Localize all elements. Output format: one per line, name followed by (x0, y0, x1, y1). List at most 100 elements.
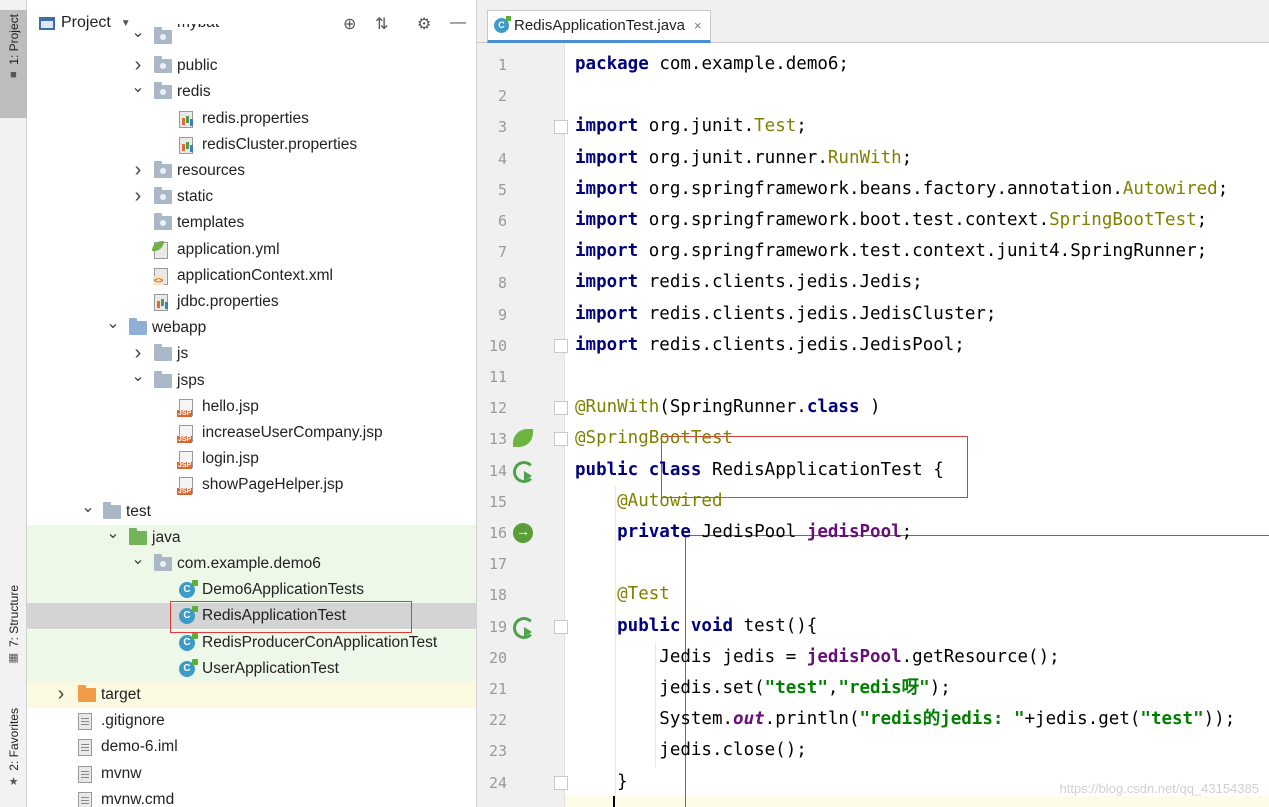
star-icon: ★ (8, 775, 19, 788)
tree-item[interactable]: › public (27, 53, 476, 79)
code-token: SpringBootTest (1049, 210, 1197, 230)
code-token: jedisPool (806, 646, 902, 667)
code-token: test(){ (743, 615, 818, 636)
chevron-right-icon[interactable]: › (131, 159, 145, 182)
code-line: private JedisPool jedisPool; (575, 517, 912, 548)
line-number: 5 (497, 180, 507, 199)
chevron-right-icon[interactable]: › (131, 185, 145, 208)
tree-item[interactable]: ⌄ com.example.demo6 (27, 549, 476, 577)
editor-tab[interactable]: C RedisApplicationTest.java × (487, 10, 711, 43)
tree-item[interactable]: ⌄ webapp (27, 313, 476, 341)
code-line: jedis.set("test","redis呀"); (575, 673, 950, 704)
code-area[interactable]: package com.example.demo6; import org.jun… (565, 43, 1269, 807)
line-number: 24 (488, 773, 507, 792)
tree-item[interactable]: ⌄ java (27, 523, 476, 551)
tree-item[interactable]: .gitignore (27, 708, 476, 734)
tree-item[interactable]: redis.properties (27, 106, 476, 132)
tree-item-label: applicationContext.xml (177, 266, 333, 284)
line-number: 4 (497, 149, 507, 168)
tree-item[interactable]: C Demo6ApplicationTests (27, 577, 476, 604)
close-icon[interactable]: × (694, 18, 702, 33)
code-line: public class RedisApplicationTest { (575, 455, 944, 486)
tree-item-label: increaseUserCompany.jsp (202, 424, 383, 441)
code-token: RunWith (827, 147, 902, 168)
tree-item[interactable]: showPageHelper.jsp (27, 472, 476, 498)
tree-item[interactable]: ⌄ mybat (27, 24, 476, 44)
chevron-down-icon[interactable]: ⌄ (131, 77, 145, 97)
chevron-down-icon[interactable]: ⌄ (131, 549, 145, 569)
tab-favorites[interactable]: 2: Favorites ★ (0, 708, 27, 804)
tree-item[interactable]: application.yml (27, 237, 476, 263)
indent-guide (655, 641, 656, 767)
tree-item[interactable]: › target (27, 682, 476, 708)
code-line: @RunWith(SpringRunner.class ) (575, 392, 881, 423)
project-panel: Project ▼ ⊕ ⇅ ⚙ — ⌄mybat›public⌄redisred… (27, 0, 477, 807)
tree-item-label: js (177, 345, 189, 363)
tree-item[interactable]: redisCluster.properties (27, 132, 476, 158)
jsp-file-icon (177, 425, 193, 443)
code-token: @Autowired (575, 490, 723, 511)
code-token: ; (901, 522, 913, 542)
editor: C RedisApplicationTest.java × 1234567891… (477, 0, 1269, 807)
tree-item[interactable]: demo-6.iml (27, 734, 476, 760)
code-token: out (733, 709, 765, 730)
code-line: @Autowired (575, 486, 723, 517)
chevron-down-icon[interactable]: ⌄ (106, 313, 120, 333)
tree-item[interactable]: applicationContext.xml (27, 263, 476, 289)
tree-item-label: .gitignore (101, 712, 165, 730)
tree-item[interactable]: › resources (27, 158, 476, 184)
tree-item[interactable]: › static (27, 184, 476, 210)
text-caret (613, 796, 615, 807)
tree-item[interactable]: C RedisProducerConApplicationTest (27, 629, 476, 656)
run-icon[interactable] (513, 460, 535, 483)
tree-item-label: Demo6ApplicationTests (202, 581, 364, 599)
tree-item[interactable]: increaseUserCompany.jsp (27, 420, 476, 446)
folder-icon (154, 213, 172, 231)
tree-item[interactable]: mvnw (27, 761, 476, 787)
code-line: import org.springframework.beans.factory… (575, 174, 1228, 205)
tree-item[interactable]: ⌄ redis (27, 77, 476, 105)
code-token: redis.clients.jedis.JedisPool; (648, 334, 965, 355)
tree-item-label: templates (177, 214, 245, 232)
props-file-icon (179, 136, 193, 154)
tab-structure[interactable]: 7: Structure ▦ (0, 585, 27, 680)
code-token: , (827, 678, 839, 698)
chevron-right-icon[interactable]: › (54, 683, 68, 706)
code-token: redis.clients.jedis.JedisCluster; (648, 303, 997, 324)
chevron-down-icon[interactable]: ⌄ (131, 366, 145, 386)
tree-item-label: mvnw (101, 764, 142, 782)
tree-item-label: redis (177, 83, 211, 101)
highlight-box (170, 601, 412, 633)
tree-item-label: jdbc.properties (177, 293, 279, 310)
plain-file-icon (78, 765, 92, 783)
tree-item-label: jsps (177, 371, 205, 389)
folder-icon (129, 318, 147, 336)
tree-item[interactable]: jdbc.properties (27, 289, 476, 315)
chevron-right-icon[interactable]: › (131, 342, 145, 365)
line-number: 12 (488, 399, 507, 418)
plain-file-icon (78, 739, 92, 757)
chevron-right-icon[interactable]: › (131, 54, 145, 77)
chevron-down-icon[interactable]: ⌄ (131, 24, 145, 42)
spring-bean-icon[interactable] (513, 429, 533, 448)
tree-item[interactable]: › js (27, 341, 476, 367)
tree-item[interactable]: login.jsp (27, 446, 476, 472)
tab-project[interactable]: 1: Project ■ (0, 10, 27, 118)
code-token: +jedis.get( (1024, 709, 1141, 730)
tree-item[interactable]: ⌄ test (27, 497, 476, 525)
folder-icon (154, 82, 172, 100)
tree-item[interactable]: hello.jsp (27, 394, 476, 420)
tree-item-label: public (177, 57, 218, 75)
line-number: 1 (497, 56, 507, 74)
autowired-icon[interactable] (513, 523, 533, 543)
tree-item[interactable]: templates (27, 210, 476, 236)
tree-item[interactable]: mvnw.cmd (27, 787, 476, 807)
chevron-down-icon[interactable]: ⌄ (81, 497, 95, 517)
tree-item[interactable]: C UserApplicationTest (27, 655, 476, 682)
run-icon[interactable] (513, 616, 535, 639)
code-line: import redis.clients.jedis.JedisPool; (575, 330, 965, 361)
chevron-down-icon[interactable]: ⌄ (106, 523, 120, 543)
tree-item[interactable]: ⌄ jsps (27, 366, 476, 394)
folder-icon (154, 187, 172, 205)
line-number: 16 (488, 524, 507, 542)
